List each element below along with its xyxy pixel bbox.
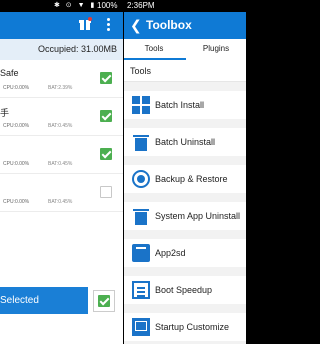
occupied-memory: Occupied: 31.00MB xyxy=(0,39,123,60)
app-name: 手 xyxy=(0,108,10,118)
app-battery: BAT:0.45% xyxy=(48,199,73,205)
tool-boot-speedup[interactable]: Boot Speedup xyxy=(124,276,246,304)
back-icon[interactable]: ❮ xyxy=(130,17,142,33)
app-cpu: CPU:0.00% xyxy=(3,161,30,167)
app-row[interactable]: 手 CPU:0.00% BAT:0.45% xyxy=(0,98,123,136)
section-header: Tools xyxy=(124,60,246,82)
toolbox-panel: ❮ Toolbox Tools Plugins Tools Batch Inst… xyxy=(124,12,246,344)
tool-backup-restore[interactable]: Backup & Restore xyxy=(124,165,246,193)
overflow-menu-icon[interactable] xyxy=(107,18,111,32)
tool-app2sd[interactable]: App2sd xyxy=(124,239,246,267)
app-battery: BAT:2.39% xyxy=(48,85,73,91)
boot-icon xyxy=(132,281,150,299)
page-title: Toolbox xyxy=(146,18,192,32)
tool-label: Backup & Restore xyxy=(155,174,228,184)
app-row[interactable]: CPU:0.00% BAT:0.45% xyxy=(0,174,123,212)
select-all-checkbox[interactable] xyxy=(98,295,110,307)
app-checkbox[interactable] xyxy=(100,148,112,160)
tool-batch-uninstall[interactable]: Batch Uninstall xyxy=(124,128,246,156)
system-trash-icon xyxy=(132,207,150,225)
app-row[interactable]: Safe CPU:0.00% BAT:2.39% xyxy=(0,60,123,98)
kill-selected-button[interactable]: Selected xyxy=(0,287,88,314)
app-checkbox[interactable] xyxy=(100,110,112,122)
tool-batch-install[interactable]: Batch Install xyxy=(124,91,246,119)
tool-startup-customize[interactable]: Startup Customize xyxy=(124,313,246,341)
trash-icon xyxy=(132,133,150,151)
sd-card-icon xyxy=(132,244,150,262)
app-cpu: CPU:0.00% xyxy=(3,123,30,129)
battery-level: 100% xyxy=(97,1,118,10)
status-icons: ✱ ⊙ ▼ ▮ xyxy=(54,2,97,9)
app-battery: BAT:0.45% xyxy=(48,161,73,167)
tool-system-app-uninstall[interactable]: System App Uninstall xyxy=(124,202,246,230)
app-battery: BAT:0.45% xyxy=(48,123,73,129)
tab-bar: Tools Plugins xyxy=(124,39,246,60)
left-toolbar xyxy=(0,12,123,39)
app-checkbox[interactable] xyxy=(100,186,112,198)
tool-label: Boot Speedup xyxy=(155,285,213,295)
tool-label: Startup Customize xyxy=(155,322,230,332)
tab-plugins[interactable]: Plugins xyxy=(186,39,246,60)
tool-label: System App Uninstall xyxy=(155,211,241,221)
select-all-toggle[interactable] xyxy=(93,290,115,312)
tool-label: Batch Install xyxy=(155,100,205,110)
app-cpu: CPU:0.00% xyxy=(3,85,30,91)
tab-tools[interactable]: Tools xyxy=(124,39,184,60)
tool-label: App2sd xyxy=(155,248,186,258)
tool-label: Batch Uninstall xyxy=(155,137,216,147)
active-tab-indicator xyxy=(124,58,186,60)
app-manager-panel: Occupied: 31.00MB Safe CPU:0.00% BAT:2.3… xyxy=(0,12,123,344)
status-bar: ✱ ⊙ ▼ ▮ 100% 2:36PM xyxy=(0,0,246,12)
startup-icon xyxy=(132,318,150,336)
gift-icon[interactable] xyxy=(79,17,92,30)
app-checkbox[interactable] xyxy=(100,72,112,84)
app-row[interactable]: CPU:0.00% BAT:0.45% xyxy=(0,136,123,174)
grid-icon xyxy=(132,96,150,114)
app-cpu: CPU:0.00% xyxy=(3,199,30,205)
app-name: Safe xyxy=(0,68,19,78)
backup-icon xyxy=(132,170,150,188)
clock: 2:36PM xyxy=(127,1,155,10)
toolbox-toolbar: ❮ Toolbox xyxy=(124,12,246,39)
